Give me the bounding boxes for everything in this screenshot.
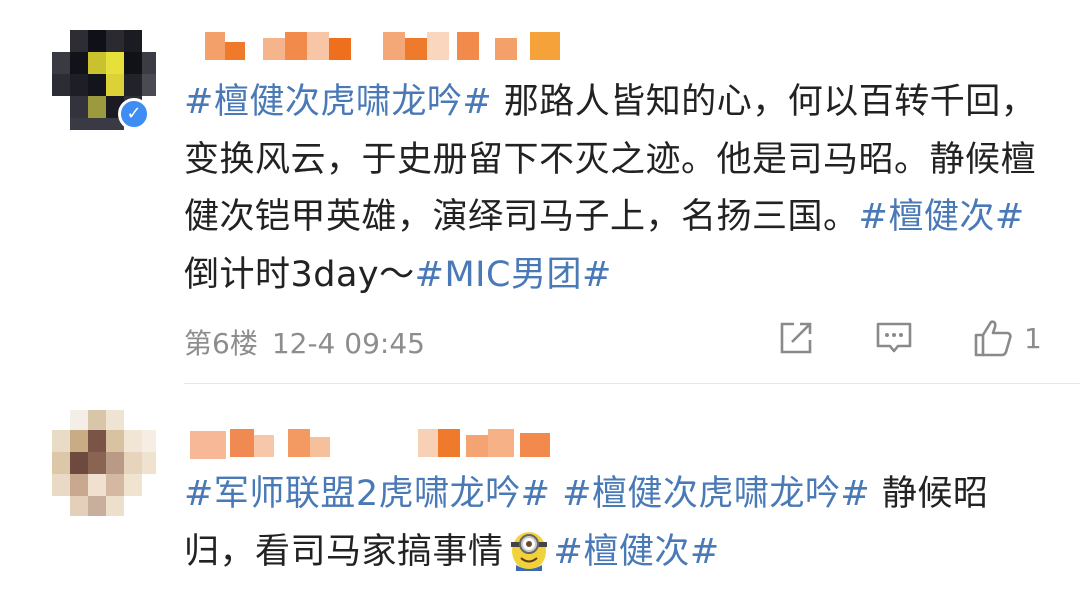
- username-blurred[interactable]: [205, 30, 560, 60]
- hashtag-link[interactable]: #军师联盟2虎啸龙吟#: [184, 474, 550, 514]
- comment-text: 倒计时3day～: [184, 254, 415, 295]
- repost-button[interactable]: [776, 316, 816, 360]
- comment-item: ✓ #檀健次虎啸龙吟# 那路人皆知的心，何以百转千回，变换风云，于史册留下不灭之…: [0, 0, 1080, 380]
- hashtag-link[interactable]: #檀健次#: [859, 197, 1025, 237]
- like-count: 1: [1024, 321, 1042, 355]
- hashtag-link[interactable]: #檀健次虎啸龙吟#: [184, 82, 492, 122]
- comment-body: #檀健次虎啸龙吟# 那路人皆知的心，何以百转千回，变换风云，于史册留下不灭之迹。…: [184, 74, 1044, 304]
- share-icon: [780, 322, 812, 354]
- avatar[interactable]: [52, 410, 158, 526]
- comment-button[interactable]: [874, 316, 914, 360]
- hashtag-link[interactable]: #MIC男团#: [415, 255, 612, 295]
- minion-emoji-icon: [506, 525, 552, 571]
- comment-meta: 第6楼 12-4 09:45: [184, 322, 439, 362]
- like-button[interactable]: 1: [972, 316, 1042, 360]
- hashtag-link[interactable]: #檀健次虎啸龙吟#: [562, 474, 870, 514]
- hashtag-link[interactable]: #檀健次#: [554, 532, 720, 572]
- timestamp: 12-4 09:45: [271, 327, 425, 360]
- username-blurred[interactable]: [190, 427, 560, 459]
- comment-body: #军师联盟2虎啸龙吟# #檀健次虎啸龙吟# 静候昭归，看司马家搞事情 #檀健次#: [184, 466, 1044, 581]
- comment-text: [550, 474, 562, 514]
- floor-number: 第6楼: [184, 327, 258, 360]
- thumbs-up-icon: [974, 320, 1012, 357]
- comment-icon: [876, 322, 912, 353]
- verified-badge-icon: ✓: [118, 98, 150, 130]
- divider: [184, 383, 1080, 384]
